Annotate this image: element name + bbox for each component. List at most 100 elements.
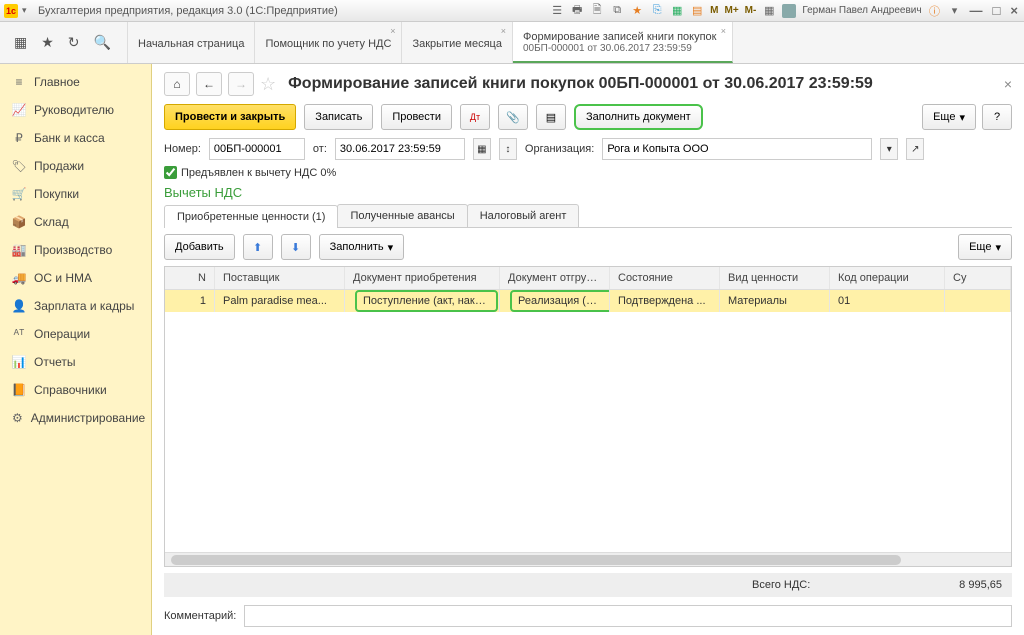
subtab-acquired[interactable]: Приобретенные ценности (1): [164, 205, 338, 228]
sidebar-item-admin[interactable]: ⚙Администрирование: [0, 404, 151, 432]
sidebar-item-hr[interactable]: 👤Зарплата и кадры: [0, 292, 151, 320]
org-open-button[interactable]: ↗: [906, 138, 924, 160]
tab-vat-helper[interactable]: Помощник по учету НДС×: [255, 22, 402, 63]
dropdown-icon[interactable]: ▾: [22, 5, 34, 17]
m-minus-button[interactable]: M-: [745, 5, 757, 16]
report-button[interactable]: ▤: [536, 104, 566, 130]
forward-button[interactable]: →: [228, 72, 254, 96]
sub-more-button[interactable]: Еще ▾: [958, 234, 1012, 260]
sidebar-item-manager[interactable]: 📈Руководителю: [0, 96, 151, 124]
org-label: Организация:: [525, 143, 594, 155]
move-up-button[interactable]: ⬆: [243, 234, 273, 260]
search-icon[interactable]: 🔍: [94, 34, 111, 51]
scrollbar-thumb[interactable]: [171, 555, 901, 565]
sidebar-item-assets[interactable]: 🚚ОС и НМА: [0, 264, 151, 292]
calendar-button[interactable]: ▦: [473, 138, 491, 160]
th-supplier[interactable]: Поставщик: [215, 267, 345, 289]
date-mode-button[interactable]: ↕: [499, 138, 517, 160]
th-n[interactable]: N: [165, 267, 215, 289]
organization-input[interactable]: [602, 138, 872, 160]
horizontal-scrollbar[interactable]: [165, 552, 1011, 566]
tab-close-icon[interactable]: ×: [390, 26, 395, 36]
grid-icon[interactable]: ▦: [762, 4, 776, 18]
maximize-button[interactable]: □: [991, 3, 1003, 18]
tab-start[interactable]: Начальная страница: [128, 22, 255, 63]
star-icon[interactable]: ★: [630, 4, 644, 18]
table-row[interactable]: 1 Palm paradise mea... Поступление (акт,…: [165, 290, 1011, 312]
favorite-star-icon[interactable]: ☆: [260, 74, 276, 95]
fill-document-button[interactable]: Заполнить документ: [574, 104, 703, 130]
dropdown2-icon[interactable]: ▾: [948, 4, 962, 18]
sidebar-item-operations[interactable]: ᴬᵀОперации: [0, 320, 151, 348]
check-icon[interactable]: ▦: [670, 4, 684, 18]
sidebar-item-sales[interactable]: 🏷Продажи: [0, 152, 151, 180]
cell-opcode: 01: [830, 290, 945, 312]
minimize-button[interactable]: —: [968, 3, 985, 18]
org-select-button[interactable]: ▾: [880, 138, 898, 160]
sidebar-item-reports[interactable]: 📊Отчеты: [0, 348, 151, 376]
tab-purchase-book[interactable]: Формирование записей книги покупок 00БП-…: [513, 22, 733, 63]
file-icon[interactable]: ☰: [550, 4, 564, 18]
vat-zero-label: Предъявлен к вычету НДС 0%: [181, 167, 336, 179]
move-down-button[interactable]: ⬇: [281, 234, 311, 260]
tab-close-icon[interactable]: ×: [721, 26, 726, 36]
attach-button[interactable]: 📎: [498, 104, 528, 130]
post-button[interactable]: Провести: [381, 104, 452, 130]
apps-icon[interactable]: ▦: [14, 34, 27, 51]
info-icon[interactable]: ⓘ: [928, 4, 942, 18]
sidebar-item-warehouse[interactable]: 📦Склад: [0, 208, 151, 236]
date-input[interactable]: [335, 138, 465, 160]
total-label: Всего НДС:: [752, 579, 892, 591]
m-plus-button[interactable]: M+: [724, 5, 738, 16]
th-doc-acq[interactable]: Документ приобретения: [345, 267, 500, 289]
tab-sublabel: 00БП-000001 от 30.06.2017 23:59:59: [523, 43, 722, 54]
subtab-tax-agent[interactable]: Налоговый агент: [467, 204, 580, 227]
book-icon: 📙: [12, 383, 26, 397]
print-icon[interactable]: 🖶: [570, 4, 584, 18]
vat-zero-checkbox[interactable]: [164, 166, 177, 179]
home-button[interactable]: ⌂: [164, 72, 190, 96]
fill-button[interactable]: Заполнить ▾: [319, 234, 405, 260]
favorite-icon[interactable]: ★: [41, 34, 54, 51]
comment-input[interactable]: [244, 605, 1012, 627]
history-icon[interactable]: ↻: [68, 34, 80, 51]
flag-icon[interactable]: ▤: [690, 4, 704, 18]
sidebar-item-purchases[interactable]: 🛒Покупки: [0, 180, 151, 208]
table-body-empty[interactable]: [165, 312, 1011, 552]
post-and-close-button[interactable]: Провести и закрыть: [164, 104, 296, 130]
tab-month-close[interactable]: Закрытие месяца×: [402, 22, 513, 63]
help-button[interactable]: ?: [982, 104, 1012, 130]
add-button[interactable]: Добавить: [164, 234, 235, 260]
sidebar-item-bank[interactable]: ₽Банк и касса: [0, 124, 151, 152]
subtab-advances[interactable]: Полученные авансы: [337, 204, 467, 227]
m-button[interactable]: M: [710, 5, 718, 16]
sidebar-item-production[interactable]: 🏭Производство: [0, 236, 151, 264]
copy-icon[interactable]: ⧉: [610, 4, 624, 18]
menu-icon: ≡: [12, 75, 26, 89]
user-avatar[interactable]: [782, 4, 796, 18]
number-input[interactable]: [209, 138, 305, 160]
th-opcode[interactable]: Код операции: [830, 267, 945, 289]
sidebar-item-refs[interactable]: 📙Справочники: [0, 376, 151, 404]
th-sum[interactable]: Су: [945, 267, 1011, 289]
more-button[interactable]: Еще ▾: [922, 104, 976, 130]
cell-doc-ship-text: Реализация (акт...: [510, 290, 610, 312]
comment-row: Комментарий:: [164, 605, 1012, 627]
write-button[interactable]: Записать: [304, 104, 373, 130]
comment-label: Комментарий:: [164, 610, 236, 622]
dt-kt-button[interactable]: Дт: [460, 104, 490, 130]
user-name[interactable]: Герман Павел Андреевич: [802, 5, 921, 16]
th-state[interactable]: Состояние: [610, 267, 720, 289]
truck-icon: 🚚: [12, 271, 26, 285]
link-icon[interactable]: ⎘: [650, 4, 664, 18]
sidebar-label: Зарплата и кадры: [34, 299, 134, 313]
th-valtype[interactable]: Вид ценности: [720, 267, 830, 289]
page-close-button[interactable]: ×: [1004, 76, 1012, 92]
tab-close-icon[interactable]: ×: [501, 26, 506, 36]
sidebar-item-main[interactable]: ≡Главное: [0, 68, 151, 96]
th-doc-ship[interactable]: Документ отгрузки: [500, 267, 610, 289]
back-button[interactable]: ←: [196, 72, 222, 96]
doc-icon[interactable]: 🗎: [590, 4, 604, 18]
sidebar-label: Покупки: [34, 187, 79, 201]
close-button[interactable]: ×: [1008, 3, 1020, 18]
